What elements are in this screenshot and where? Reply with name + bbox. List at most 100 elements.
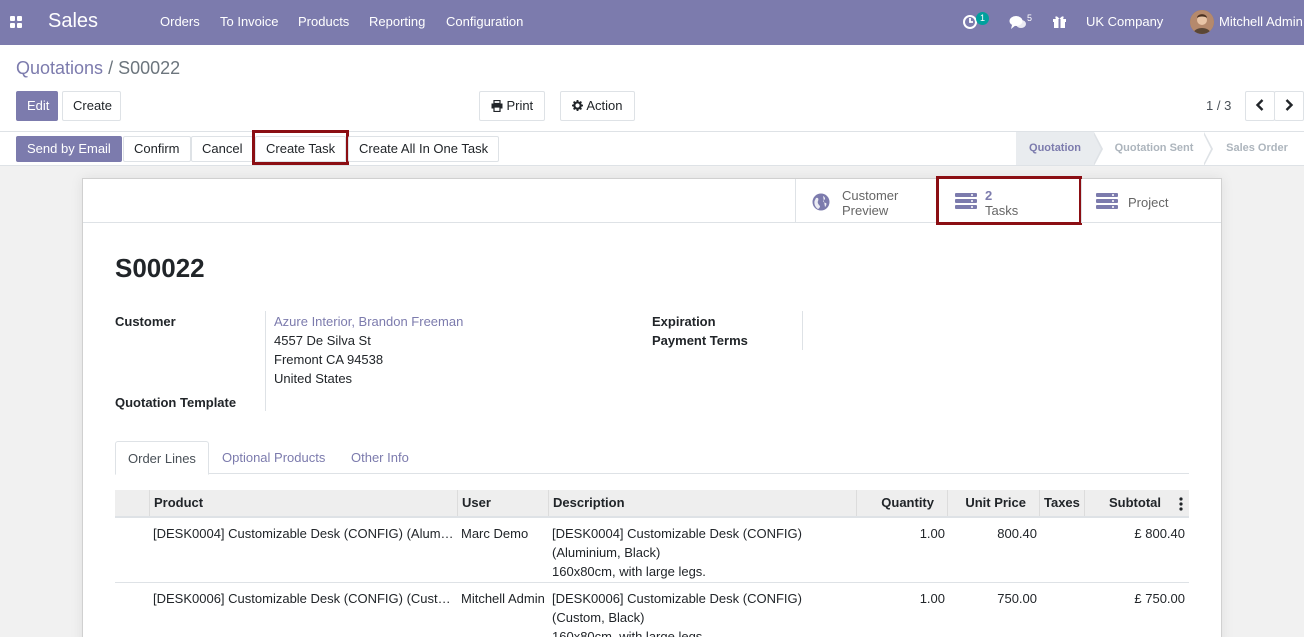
menu-to-invoice[interactable]: To Invoice [220,14,279,29]
print-button[interactable]: Print [479,91,545,121]
order-lines-header: Product User Description Quantity Unit P… [115,490,1189,518]
row-subtotal: £ 800.40 [1134,526,1185,541]
breadcrumb-current: S00022 [118,58,181,78]
user-menu[interactable]: Mitchell Admin [1219,14,1303,29]
chevron-left-icon [1255,99,1264,111]
stage-sales-order[interactable]: Sales Order [1214,132,1300,165]
quotation-template-label: Quotation Template [115,395,237,410]
field-divider [265,311,266,411]
print-icon [491,99,503,113]
gear-icon [572,100,584,111]
column-description[interactable]: Description [548,490,857,516]
customer-address-country: United States [274,371,353,386]
table-row[interactable]: [DESK0006] Customizable Desk (CONFIG) (C… [115,583,1189,637]
table-row[interactable]: [DESK0004] Customizable Desk (CONFIG) (A… [115,518,1189,583]
record-title: S00022 [115,253,205,283]
column-subtotal[interactable]: Subtotal [1084,490,1189,516]
project-smart-button[interactable]: Project [1081,179,1221,223]
customer-preview-button[interactable]: Customer Preview [795,179,938,223]
customer-address-city: Fremont CA 94538 [274,352,384,367]
pager-next-button[interactable] [1274,91,1304,121]
row-description-line-3: 160x80cm, with large legs. [552,629,706,637]
action-label: Action [586,98,623,113]
row-product: [DESK0004] Customizable Desk (CONFIG) (A… [153,526,454,541]
customer-label: Customer [115,314,176,329]
message-count-badge: 5 [1027,13,1033,23]
activity-count-badge: 1 [976,12,989,25]
row-product: [DESK0006] Customizable Desk (CONFIG) (C… [153,591,451,606]
row-description-line-2: (Aluminium, Black) [552,545,661,560]
row-quantity: 1.00 [919,591,945,606]
row-subtotal: £ 750.00 [1134,591,1185,606]
payment-terms-label: Payment Terms [652,333,748,348]
top-navbar: Sales Orders To Invoice Products Reporti… [0,0,1304,45]
create-all-in-one-task-button[interactable]: Create All In One Task [348,136,500,162]
menu-reporting[interactable]: Reporting [369,14,425,29]
column-taxes[interactable]: Taxes [1039,490,1085,516]
customer-address-street: 4557 De Silva St [274,333,371,348]
project-label: Project [1128,195,1169,210]
project-list-icon [1096,193,1118,209]
customer-preview-label-1: Customer [842,188,899,203]
row-description-line-3: 160x80cm, with large legs. [552,564,706,579]
field-divider [802,311,803,350]
stage-divider-chevron [1203,132,1213,166]
row-unit-price: 750.00 [997,591,1037,606]
edit-button[interactable]: Edit [16,91,58,121]
control-panel: Quotations / S00022 Edit Create Print Ac… [0,45,1304,132]
apps-menu-icon[interactable] [10,16,22,28]
row-user: Marc Demo [461,526,529,541]
user-avatar[interactable] [1190,10,1214,34]
optional-columns-icon[interactable] [1179,497,1183,511]
tasks-list-icon [955,193,977,209]
tab-order-lines[interactable]: Order Lines [115,441,209,475]
company-switcher[interactable]: UK Company [1086,14,1163,29]
pager-value[interactable]: 1 / 3 [1206,98,1231,113]
tasks-label: Tasks [985,203,1019,218]
column-user[interactable]: User [457,490,549,516]
create-task-button[interactable]: Create Task [255,136,347,162]
send-by-email-button[interactable]: Send by Email [16,136,122,162]
smart-button-box: Customer Preview 2 Tasks Project [83,176,1221,225]
globe-icon [812,193,830,211]
breadcrumb-quotations[interactable]: Quotations [16,58,103,78]
breadcrumb: Quotations / S00022 [16,58,180,79]
user-avatar-icon [1190,10,1214,34]
confirm-button[interactable]: Confirm [123,136,191,162]
menu-orders[interactable]: Orders [160,14,200,29]
print-label: Print [506,98,534,113]
customer-preview-label-2: Preview [842,203,889,218]
form-sheet: Customer Preview 2 Tasks Project S00022 [82,176,1222,637]
column-product[interactable]: Product [149,490,458,516]
menu-configuration[interactable]: Configuration [446,14,523,29]
tasks-smart-button[interactable]: 2 Tasks [938,179,1081,223]
tasks-count: 2 [985,188,993,203]
stage-quotation[interactable]: Quotation [1016,132,1094,165]
row-quantity: 1.00 [919,526,945,541]
tab-other-info[interactable]: Other Info [339,441,421,474]
action-button[interactable]: Action [560,91,635,121]
pager-previous-button[interactable] [1245,91,1275,121]
messages-chat-icon[interactable] [1009,14,1027,30]
row-description-line-1: [DESK0006] Customizable Desk (CONFIG) [552,591,802,606]
cancel-button[interactable]: Cancel [191,136,254,162]
expiration-label: Expiration [652,314,716,329]
stage-divider-chevron [1093,132,1103,166]
chevron-right-icon [1285,99,1294,111]
tab-optional-products[interactable]: Optional Products [210,441,337,474]
column-unit-price[interactable]: Unit Price [947,490,1040,516]
column-quantity[interactable]: Quantity [856,490,948,516]
notebook-tabs: Order Lines Optional Products Other Info [115,441,1189,475]
gift-icon[interactable] [1052,14,1067,29]
row-user: Mitchell Admin [461,591,545,606]
row-description-line-2: (Custom, Black) [552,610,645,625]
app-name[interactable]: Sales [48,10,98,33]
row-description-line-1: [DESK0004] Customizable Desk (CONFIG) [552,526,802,541]
form-statusbar: Send by Email Confirm Cancel Create Task… [0,130,1304,166]
breadcrumb-separator: / [108,58,114,78]
menu-products[interactable]: Products [298,14,349,29]
stage-quotation-sent[interactable]: Quotation Sent [1104,132,1204,165]
customer-link[interactable]: Azure Interior, Brandon Freeman [274,314,463,329]
create-button[interactable]: Create [62,91,121,121]
row-unit-price: 800.40 [997,526,1037,541]
